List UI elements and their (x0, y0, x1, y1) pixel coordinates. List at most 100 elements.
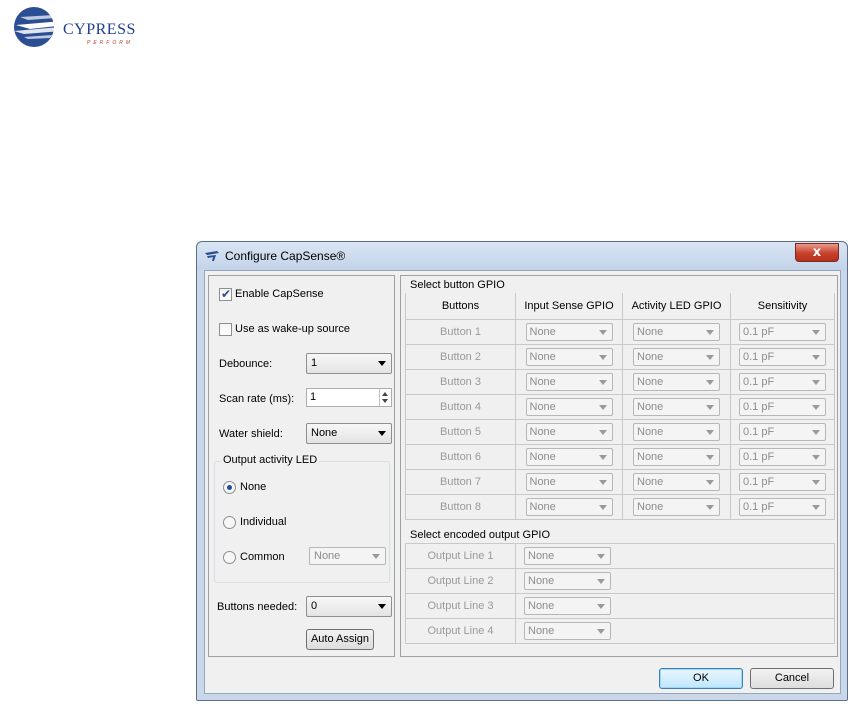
led-individual-radio[interactable] (223, 516, 236, 529)
activity-led-select[interactable]: None (633, 347, 720, 366)
output-line-value: None (528, 625, 555, 637)
activity-led-select[interactable]: None (633, 372, 720, 391)
input-sense-select[interactable]: None (525, 372, 613, 391)
title-bar[interactable]: Configure CapSense® x (197, 242, 847, 270)
sensitivity-select-value: 0.1 pF (743, 350, 775, 363)
chevron-down-icon (378, 361, 386, 366)
output-activity-led-group: Output activity LED None Individual Comm… (214, 454, 390, 583)
table-cell: 0.1 pF (730, 393, 835, 420)
button-row: Button 7 None None 0.1 pF (405, 468, 835, 495)
table-cell: None (515, 568, 835, 594)
output-line-name: Output Line 4 (405, 618, 516, 644)
table-cell: 0.1 pF (730, 343, 835, 370)
cypress-logo: CYPRESS PERFORM (10, 3, 135, 51)
activity-led-select-value: None (637, 425, 664, 438)
spinner-buttons[interactable] (379, 389, 391, 406)
sensitivity-select[interactable]: 0.1 pF (739, 347, 826, 366)
button-gpio-title: Select button GPIO (410, 279, 505, 291)
activity-led-select[interactable]: None (633, 397, 720, 416)
button-gpio-table: Buttons Input Sense GPIO Activity LED GP… (405, 293, 835, 520)
activity-led-select[interactable]: None (633, 422, 720, 441)
input-sense-select-value: None (529, 375, 556, 388)
table-cell: None (622, 368, 731, 395)
sensitivity-select[interactable]: 0.1 pF (739, 422, 826, 441)
buttons-needed-value: 0 (311, 600, 318, 612)
button-name: Button 4 (405, 393, 516, 420)
table-cell: None (622, 418, 731, 445)
table-cell: 0.1 pF (730, 493, 835, 520)
chevron-down-icon (706, 504, 714, 510)
input-sense-select[interactable]: None (525, 447, 613, 466)
sensitivity-select[interactable]: 0.1 pF (739, 472, 826, 491)
buttons-needed-select[interactable]: 0 (306, 596, 392, 617)
wakeup-source-checkbox[interactable] (219, 323, 232, 336)
scan-rate-spinner[interactable]: 1 (306, 388, 392, 407)
activity-led-select[interactable]: None (633, 472, 720, 491)
output-line-select[interactable]: None (524, 572, 611, 590)
led-common-label: Common (240, 551, 285, 563)
encoded-gpio-title: Select encoded output GPIO (410, 529, 551, 541)
button-name: Button 5 (405, 418, 516, 445)
chevron-down-icon (812, 329, 820, 335)
debounce-select[interactable]: 1 (306, 353, 392, 374)
sensitivity-select[interactable]: 0.1 pF (739, 397, 826, 416)
led-none-label: None (240, 481, 267, 493)
input-sense-select[interactable]: None (525, 322, 613, 341)
output-line-select[interactable]: None (524, 622, 611, 640)
input-sense-select[interactable]: None (525, 472, 613, 491)
chevron-down-icon (597, 629, 605, 634)
auto-assign-button[interactable]: Auto Assign (306, 629, 374, 650)
led-none-radio[interactable] (223, 481, 236, 494)
sensitivity-select[interactable]: 0.1 pF (739, 497, 826, 516)
activity-led-select[interactable]: None (633, 497, 720, 516)
table-cell: None (515, 318, 623, 345)
output-line-select[interactable]: None (524, 547, 611, 565)
button-name: Button 1 (405, 318, 516, 345)
water-shield-label: Water shield: (219, 428, 283, 440)
activity-led-select[interactable]: None (633, 322, 720, 341)
table-cell: None (622, 318, 731, 345)
button-row: Button 4 None None 0.1 pF (405, 393, 835, 420)
input-sense-select[interactable]: None (525, 497, 613, 516)
sensitivity-select[interactable]: 0.1 pF (739, 447, 826, 466)
input-sense-select-value: None (529, 325, 556, 338)
activity-led-select-value: None (637, 475, 664, 488)
chevron-down-icon (598, 329, 607, 335)
activity-led-select[interactable]: None (633, 447, 720, 466)
input-sense-select-value: None (529, 350, 556, 363)
sensitivity-select[interactable]: 0.1 pF (739, 322, 826, 341)
wakeup-source-label: Use as wake-up source (235, 323, 350, 335)
output-activity-led-title: Output activity LED (221, 454, 320, 466)
chevron-down-icon (812, 479, 820, 485)
input-sense-select[interactable]: None (525, 347, 613, 366)
sensitivity-select-value: 0.1 pF (743, 475, 775, 488)
input-sense-select-value: None (529, 425, 556, 438)
sensitivity-select-value: 0.1 pF (743, 325, 775, 338)
chevron-down-icon (378, 431, 386, 436)
spin-down-icon[interactable] (382, 399, 388, 403)
ok-button[interactable]: OK (659, 668, 743, 689)
close-button[interactable]: x (795, 243, 839, 262)
chevron-down-icon (812, 429, 820, 435)
enable-capsense-checkbox[interactable]: ✔ (219, 287, 232, 301)
cypress-app-icon (205, 251, 219, 261)
sensitivity-select[interactable]: 0.1 pF (739, 372, 826, 391)
gpio-panel: Select button GPIO Buttons Input Sense G… (400, 275, 838, 657)
brand-name: CYPRESS (63, 21, 136, 38)
chevron-down-icon (598, 354, 607, 360)
output-line-row: Output Line 4 None (405, 618, 835, 644)
button-row: Button 6 None None 0.1 pF (405, 443, 835, 470)
output-line-select[interactable]: None (524, 597, 611, 615)
chevron-down-icon (597, 604, 605, 609)
chevron-down-icon (706, 429, 714, 435)
water-shield-select[interactable]: None (306, 423, 392, 444)
table-cell: None (622, 493, 731, 520)
chevron-down-icon (598, 504, 607, 510)
input-sense-select[interactable]: None (525, 422, 613, 441)
led-common-select[interactable]: None (309, 547, 386, 565)
spin-up-icon[interactable] (382, 392, 388, 396)
cancel-button[interactable]: Cancel (750, 668, 834, 689)
led-common-radio[interactable] (223, 551, 236, 564)
input-sense-select[interactable]: None (525, 397, 613, 416)
sensitivity-select-value: 0.1 pF (743, 500, 775, 513)
